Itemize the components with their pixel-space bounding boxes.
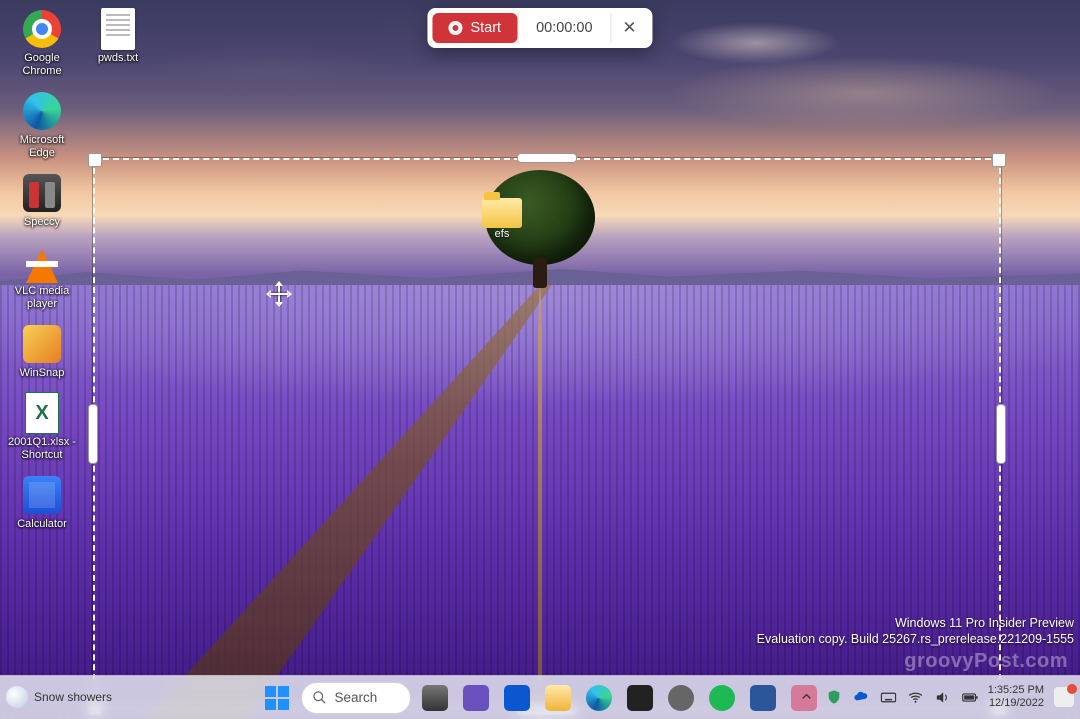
file-explorer-button[interactable] bbox=[541, 681, 575, 715]
screen-recorder-bar: Start 00:00:00 ✕ bbox=[427, 8, 652, 48]
onedrive-tray-icon[interactable] bbox=[853, 689, 870, 706]
calculator-icon bbox=[23, 476, 61, 514]
spotify-icon bbox=[709, 685, 735, 711]
clock-date: 12/19/2022 bbox=[988, 697, 1044, 710]
taskbar-weather-widget[interactable]: Snow showers bbox=[6, 675, 112, 719]
weather-text: Snow showers bbox=[34, 690, 112, 704]
system-tray: 1:35:25 PM 12/19/2022 bbox=[799, 675, 1074, 719]
resize-handle-top-left[interactable] bbox=[88, 153, 102, 167]
windows-security-tray-icon[interactable] bbox=[826, 689, 843, 706]
desktop-icon-microsoft-edge[interactable]: Microsoft Edge bbox=[6, 88, 78, 162]
desktop-icon-google-chrome[interactable]: Google Chrome bbox=[6, 6, 78, 80]
desktop-icon-excel-shortcut[interactable]: 2001Q1.xlsx - Shortcut bbox=[6, 390, 78, 464]
desktop-icon-label: Microsoft Edge bbox=[8, 134, 76, 160]
taskbar-edge-button[interactable] bbox=[582, 681, 616, 715]
taskbar-search[interactable]: Search bbox=[301, 682, 411, 714]
desktop-icon-label: VLC media player bbox=[8, 285, 76, 311]
chat-button[interactable] bbox=[459, 681, 493, 715]
touch-keyboard-tray-icon[interactable] bbox=[880, 689, 897, 706]
edge-icon bbox=[586, 685, 612, 711]
vlc-cone-icon bbox=[26, 249, 58, 283]
desktop-icon-label: Calculator bbox=[17, 518, 67, 531]
text-file-icon bbox=[101, 8, 135, 50]
weather-icon bbox=[6, 686, 28, 708]
taskbar-center: Search bbox=[260, 681, 821, 715]
excel-file-icon bbox=[25, 392, 59, 434]
record-start-label: Start bbox=[470, 20, 501, 36]
desktop-icon-vlc[interactable]: VLC media player bbox=[6, 239, 78, 313]
desktop-icon-label: WinSnap bbox=[20, 367, 65, 380]
task-view-icon bbox=[422, 685, 448, 711]
microsoft-store-button[interactable] bbox=[500, 681, 534, 715]
record-elapsed-time: 00:00:00 bbox=[517, 13, 611, 43]
speccy-icon bbox=[23, 174, 61, 212]
windows-logo-icon bbox=[265, 686, 289, 710]
resize-handle-left[interactable] bbox=[88, 404, 98, 464]
resize-handle-top-right[interactable] bbox=[992, 153, 1006, 167]
watermark-line-1: Windows 11 Pro Insider Preview bbox=[757, 615, 1074, 631]
notifications-button[interactable] bbox=[1054, 687, 1074, 707]
resize-handle-top[interactable] bbox=[517, 153, 577, 163]
terminal-button[interactable] bbox=[623, 681, 657, 715]
desktop-icon-label: Google Chrome bbox=[8, 52, 76, 78]
desktop-icon-pwds-txt[interactable]: pwds.txt bbox=[82, 6, 154, 67]
store-icon bbox=[504, 685, 530, 711]
gear-icon bbox=[668, 685, 694, 711]
wifi-tray-icon[interactable] bbox=[907, 689, 924, 706]
word-icon bbox=[750, 685, 776, 711]
spotify-button[interactable] bbox=[705, 681, 739, 715]
task-view-button[interactable] bbox=[418, 681, 452, 715]
record-close-button[interactable]: ✕ bbox=[612, 13, 648, 43]
clock-time: 1:35:25 PM bbox=[988, 684, 1044, 697]
chat-icon bbox=[463, 685, 489, 711]
edge-icon bbox=[23, 92, 61, 130]
record-icon bbox=[448, 21, 462, 35]
start-button[interactable] bbox=[260, 681, 294, 715]
resize-handle-right[interactable] bbox=[996, 404, 1006, 464]
desktop-icon-label: pwds.txt bbox=[98, 52, 138, 65]
move-cursor-icon bbox=[270, 285, 288, 303]
desktop-icon-speccy[interactable]: Speccy bbox=[6, 170, 78, 231]
watermark-line-2: Evaluation copy. Build 25267.rs_prerelea… bbox=[757, 631, 1074, 647]
chrome-icon bbox=[23, 10, 61, 48]
desktop-icons-column-2: pwds.txt bbox=[82, 6, 154, 67]
record-start-button[interactable]: Start bbox=[432, 13, 517, 43]
desktop-icon-winsnap[interactable]: WinSnap bbox=[6, 321, 78, 382]
settings-button[interactable] bbox=[664, 681, 698, 715]
desktop-icon-label: 2001Q1.xlsx - Shortcut bbox=[8, 436, 76, 462]
search-icon bbox=[312, 690, 327, 705]
search-placeholder: Search bbox=[335, 690, 378, 705]
volume-tray-icon[interactable] bbox=[934, 689, 951, 706]
taskbar: Snow showers Search bbox=[0, 675, 1080, 719]
desktop-icon-calculator[interactable]: Calculator bbox=[6, 472, 78, 533]
battery-tray-icon[interactable] bbox=[961, 689, 978, 706]
folder-icon bbox=[545, 685, 571, 711]
terminal-icon bbox=[627, 685, 653, 711]
taskbar-clock[interactable]: 1:35:25 PM 12/19/2022 bbox=[988, 684, 1044, 710]
desktop-icons-column-1: Google Chrome Microsoft Edge Speccy VLC … bbox=[6, 6, 78, 533]
tray-overflow-button[interactable] bbox=[799, 689, 816, 706]
site-watermark: groovyPost.com bbox=[904, 650, 1068, 673]
winsnap-icon bbox=[23, 325, 61, 363]
word-button[interactable] bbox=[746, 681, 780, 715]
windows-build-watermark: Windows 11 Pro Insider Preview Evaluatio… bbox=[757, 615, 1074, 647]
desktop-icon-label: Speccy bbox=[24, 216, 60, 229]
